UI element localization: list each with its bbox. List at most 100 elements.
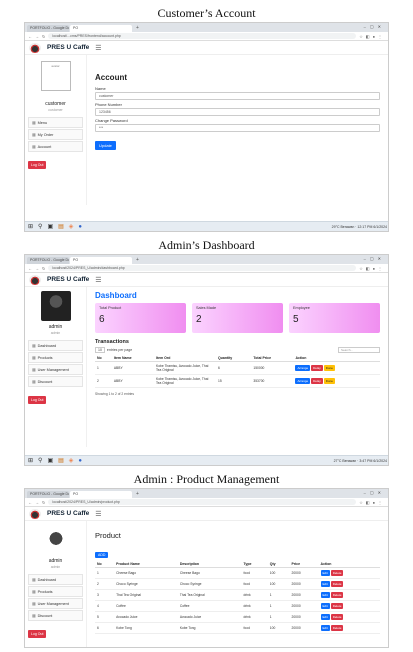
url-input[interactable]: localhost/...cms/PRES/frontend/account.p… (48, 33, 357, 39)
hamburger-icon[interactable]: ☰ (95, 276, 101, 284)
windows-start-icon[interactable]: ⊞ (28, 224, 33, 230)
sidebar-item-products[interactable]: ▦ Products (28, 586, 83, 597)
window-controls[interactable]: –▢✕ (364, 24, 385, 29)
sidebar-item-user-management[interactable]: ▦ User Management (28, 364, 83, 375)
tray-status: 29°C Berawan · 12:17 PM 6/1/2024 (331, 224, 387, 229)
app-icon[interactable]: ◈ (69, 224, 74, 230)
done-button[interactable]: Done (323, 365, 335, 371)
edit-button[interactable]: Edit (320, 625, 330, 631)
browser-tab[interactable]: PORTFOLIO - Google Docs (27, 25, 69, 32)
edit-button[interactable]: Edit (320, 581, 330, 587)
hamburger-icon[interactable]: ☰ (95, 44, 101, 52)
delete-button[interactable]: Delete (330, 570, 344, 576)
sidebar-item-menu[interactable]: ▦ Menu (28, 117, 83, 128)
avatar (40, 291, 71, 321)
back-icon[interactable]: ← (28, 266, 32, 271)
cell: 6 (95, 622, 115, 634)
password-field[interactable]: *** (95, 124, 380, 132)
sidebar-item-user-management[interactable]: ▦ User Management (28, 598, 83, 609)
cell: 150000 (251, 361, 294, 375)
delete-button[interactable]: Delete (330, 603, 344, 609)
app-icon[interactable]: ◈ (69, 458, 74, 464)
done-button[interactable]: Done (323, 378, 335, 384)
update-button[interactable]: Update (95, 141, 116, 150)
sidebar-item-dashboard[interactable]: ▦ Dashboard (28, 340, 83, 351)
logout-button[interactable]: Log Out (28, 396, 47, 404)
cell: Choco Syringe (114, 578, 178, 590)
avatar: avatar (40, 61, 71, 91)
phone-field[interactable]: 123456 (95, 108, 380, 116)
delay-button[interactable]: Delay (311, 365, 323, 371)
browser-tab-active[interactable]: PO (70, 257, 132, 264)
delete-button[interactable]: Delete (330, 592, 344, 598)
delay-button[interactable]: Delay (311, 378, 323, 384)
cell-actions: Edit Delete (318, 567, 380, 579)
products-table: No Product Name Description Type Qty Pri… (95, 561, 380, 634)
forward-icon[interactable]: → (35, 266, 39, 271)
explorer-icon[interactable]: ▤ (58, 458, 64, 464)
brand-name: PRES U Caffe (47, 276, 90, 283)
back-icon[interactable]: ← (28, 34, 32, 39)
entries-label: entries per page (106, 348, 133, 352)
edit-button[interactable]: Edit (320, 570, 330, 576)
cell: Kobe Tong (177, 622, 242, 634)
entries-select[interactable]: 10 (95, 347, 105, 353)
windows-start-icon[interactable]: ⊞ (28, 458, 33, 464)
arrange-button[interactable]: Arrange (295, 378, 311, 384)
cell: 6 (216, 361, 252, 375)
taskview-icon[interactable]: ▣ (47, 458, 53, 464)
sidebar-item-account[interactable]: ▦ Account (28, 141, 83, 152)
delete-button[interactable]: Delete (330, 614, 344, 620)
reload-icon[interactable]: ↻ (42, 34, 45, 39)
window-controls[interactable]: –▢✕ (364, 256, 385, 261)
browser-toolbar-icons[interactable]: ☆◧●⋮ (359, 34, 385, 39)
search-icon[interactable]: ⚲ (38, 224, 42, 230)
explorer-icon[interactable]: ▤ (58, 224, 64, 230)
sidebar-item-dashboard[interactable]: ▦ Dashboard (28, 574, 83, 585)
sidebar-item-label: Discount (37, 614, 53, 618)
stat-label: Total Product (99, 306, 122, 310)
name-field[interactable]: customer (95, 92, 380, 100)
cell: 5 (95, 611, 115, 623)
browser-toolbar-icons[interactable]: ☆◧●⋮ (359, 500, 385, 505)
new-tab-icon[interactable]: + (136, 25, 139, 32)
logout-button[interactable]: Log Out (28, 630, 47, 638)
delete-button[interactable]: Delete (330, 581, 344, 587)
forward-icon[interactable]: → (35, 34, 39, 39)
search-input[interactable]: Search... (338, 347, 380, 353)
user-name: admin (48, 558, 63, 564)
reload-icon[interactable]: ↻ (42, 500, 45, 505)
url-input[interactable]: localhost/2024/PRES_U/admin/dashboard.ph… (48, 265, 357, 271)
sidebar-item-products[interactable]: ▦ Products (28, 352, 83, 363)
cell: 15 (216, 374, 252, 388)
taskview-icon[interactable]: ▣ (47, 224, 53, 230)
add-product-button[interactable]: ADD (95, 552, 109, 558)
browser-tab-active[interactable]: PO (70, 491, 132, 498)
search-icon[interactable]: ⚲ (38, 458, 42, 464)
browser-toolbar-icons[interactable]: ☆◧●⋮ (359, 266, 385, 271)
sidebar-item-label: My Order (37, 133, 54, 137)
arrange-button[interactable]: Arrange (295, 365, 311, 371)
url-input[interactable]: localhost/2024/PRES_U/admin/product.php (48, 499, 357, 505)
delete-button[interactable]: Delete (330, 625, 344, 631)
edit-button[interactable]: Edit (320, 603, 330, 609)
logout-button[interactable]: Log Out (28, 161, 47, 169)
back-icon[interactable]: ← (28, 500, 32, 505)
edit-button[interactable]: Edit (320, 614, 330, 620)
sidebar-item-my-order[interactable]: ▦ My Order (28, 129, 83, 140)
browser-tab[interactable]: PORTFOLIO - Google Docs (27, 491, 69, 498)
reload-icon[interactable]: ↻ (42, 266, 45, 271)
forward-icon[interactable]: → (35, 500, 39, 505)
window-controls[interactable]: –▢✕ (364, 490, 385, 495)
avatar (40, 525, 71, 555)
chrome-icon[interactable]: ● (78, 458, 82, 464)
browser-tab-active[interactable]: PO (70, 25, 132, 32)
new-tab-icon[interactable]: + (136, 491, 139, 498)
sidebar-item-discount[interactable]: ▦ Discount (28, 376, 83, 387)
chrome-icon[interactable]: ● (78, 224, 82, 230)
hamburger-icon[interactable]: ☰ (95, 510, 101, 518)
new-tab-icon[interactable]: + (136, 257, 139, 264)
edit-button[interactable]: Edit (320, 592, 330, 598)
sidebar-item-discount[interactable]: ▦ Discount (28, 610, 83, 621)
browser-tab[interactable]: PORTFOLIO - Google Docs (27, 257, 69, 264)
